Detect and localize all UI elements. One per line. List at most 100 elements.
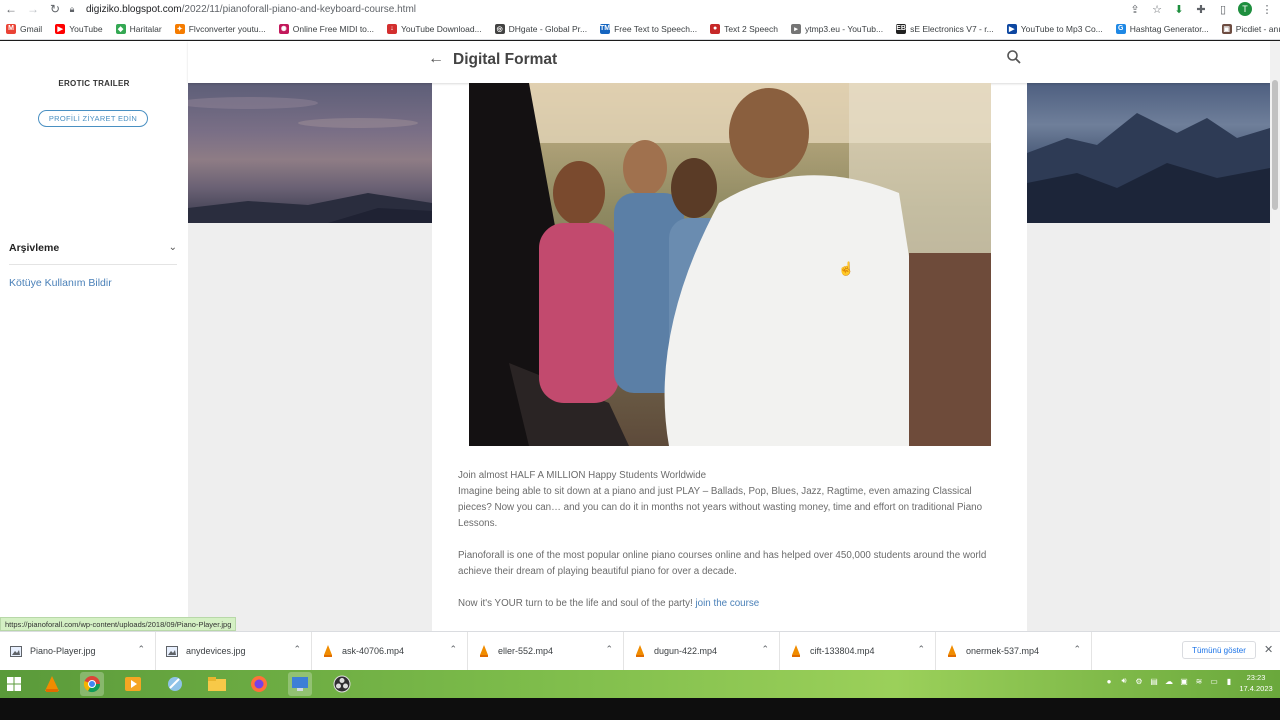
wifi-icon[interactable]: ≋ [1194,676,1204,686]
network-icon[interactable]: ▤ [1149,676,1159,686]
clock-time: 23:23 [1246,673,1266,682]
download-item[interactable]: onermek-537.mp4 ⌃ [936,631,1092,671]
download-item[interactable]: ask-40706.mp4 ⌃ [312,631,468,671]
bookmark-item[interactable]: ▸ ytmp3.eu - YouTub... [790,23,883,34]
bookmark-label: Free Text to Speech... [614,23,698,34]
monitor-icon[interactable]: ▭ [1209,676,1219,686]
tts-icon: TM [600,23,611,34]
keyboard-icon[interactable]: ▣ [1179,676,1189,686]
show-all-downloads-button[interactable]: Tümünü göster [1182,641,1256,659]
media-player-taskbar-icon[interactable] [121,672,145,696]
visit-profile-button[interactable]: PROFİLİ ZİYARET EDİN [38,110,148,127]
back-icon[interactable]: ← [0,0,22,18]
download-filename: eller-552.mp4 [498,646,554,656]
chevron-up-icon[interactable]: ⌃ [761,644,769,655]
header-banner-left [178,83,432,223]
bookmark-label: YouTube Download... [401,23,482,34]
download-item[interactable]: cift-133804.mp4 ⌃ [780,631,936,671]
vlc-icon [322,645,334,657]
bookmark-item[interactable]: ▣Picdiet - anında resi... [1221,23,1280,34]
bookmark-label: Online Free MIDI to... [292,23,374,34]
menu-dots-icon[interactable]: ⋮ [1260,3,1274,16]
url-host: digiziko.blogspot.com [86,3,182,15]
vlc-taskbar-icon[interactable] [40,672,64,696]
file-explorer-taskbar-icon[interactable] [205,672,229,696]
paragraph-1: Imagine being able to sit down at a pian… [458,486,983,529]
sidepanel-icon[interactable]: ▯ [1216,3,1230,16]
settings-tray-icon[interactable]: ⚙ [1134,676,1144,686]
obs-taskbar-icon[interactable] [330,672,354,696]
se-electronics-icon: EB [896,23,907,34]
chevron-up-icon[interactable]: ⌃ [1073,644,1081,655]
flvconverter-icon: ✦ [174,23,185,34]
forward-icon[interactable]: → [22,0,44,18]
bookmark-item[interactable]: ◎ DHgate - Global Pr... [494,23,588,34]
firefox-taskbar-icon[interactable] [247,672,271,696]
chevron-up-icon[interactable]: ⌃ [605,644,613,655]
address-bar[interactable]: digiziko.blogspot.com/2022/11/pianoforal… [86,4,416,15]
bookmark-item[interactable]: ▶ YouTube [55,23,103,34]
taskbar-clock[interactable]: 23:23 17.4.2023 [1236,672,1276,694]
bookmark-label: Text 2 Speech [724,23,778,34]
bookmark-item[interactable]: ● Text 2 Speech [710,23,778,34]
report-abuse-link[interactable]: Kötüye Kullanım Bildir [9,277,112,289]
download-filename: onermek-537.mp4 [966,646,1040,656]
bookmark-item[interactable]: TM Free Text to Speech... [600,23,698,34]
download-item[interactable]: Piano-Player.jpg ⌃ [0,631,156,671]
bookmark-item[interactable]: ▶ YouTube to Mp3 Co... [1006,23,1103,34]
lock-icon[interactable]: 🔒︎ [66,0,78,18]
control-panel-taskbar-icon[interactable] [288,672,312,696]
chevron-down-icon[interactable]: ⌄ [169,242,177,253]
download-item[interactable]: dugun-422.mp4 ⌃ [624,631,780,671]
star-icon[interactable]: ☆ [1150,3,1164,16]
bookmark-item[interactable]: ↓ YouTube Download... [387,23,482,34]
search-icon[interactable] [1006,49,1022,65]
battery-icon[interactable]: ▮ [1224,676,1234,686]
back-arrow-icon[interactable]: ← [428,50,444,68]
scrollbar-thumb[interactable] [1272,80,1278,210]
browser-toolbar: ← → ↻ 🔒︎ digiziko.blogspot.com/2022/11/p… [0,0,1280,18]
profile-avatar[interactable]: T [1238,2,1252,16]
piano-party-photo [469,83,991,446]
volume-icon[interactable]: 🔊︎ [1119,676,1129,686]
status-url-tooltip: https://pianoforall.com/wp-content/uploa… [0,617,237,631]
youtube-icon: ▶ [55,23,66,34]
extensions-icon[interactable]: ✚ [1194,3,1208,16]
chrome-taskbar-icon[interactable] [80,672,104,696]
reload-icon[interactable]: ↻ [44,0,66,18]
chevron-up-icon[interactable]: ⌃ [917,644,925,655]
close-icon[interactable]: ✕ [1264,643,1273,656]
download-item[interactable]: anydevices.jpg ⌃ [156,631,312,671]
chevron-up-icon[interactable]: ⌃ [137,644,145,655]
downloads-bar: Piano-Player.jpg ⌃ anydevices.jpg ⌃ ask-4070… [0,631,1280,671]
chevron-up-icon[interactable]: ⌃ [449,644,457,655]
bookmark-item[interactable]: ◆ Haritalar [115,23,162,34]
bookmark-item[interactable]: G Hashtag Generator... [1115,23,1209,34]
join-course-link[interactable]: join the course [696,598,760,609]
download-arrow-icon[interactable]: ⬇ [1172,3,1186,16]
bookmark-item[interactable]: M Gmail [6,23,43,34]
download-filename: cift-133804.mp4 [810,646,875,656]
post-body: Join almost HALF A MILLION Happy Student… [458,468,1003,628]
bookmark-item[interactable]: EB sE Electronics V7 - r... [896,23,994,34]
bookmark-item[interactable]: ✺ Online Free MIDI to... [278,23,374,34]
bookmark-label: Gmail [20,23,43,34]
archive-section-header[interactable]: Arşivleme ⌄ [9,231,177,265]
download-item[interactable]: eller-552.mp4 ⌃ [468,631,624,671]
header-banner-right [1027,83,1270,223]
bookmark-item[interactable]: ✦ Flvconverter youtu... [174,23,266,34]
obs-tray-icon[interactable]: ● [1104,676,1114,686]
chevron-up-icon[interactable]: ⌃ [293,644,301,655]
sidebar: EROTIC TRAILER PROFİLİ ZİYARET EDİN Arşi… [0,41,188,631]
mountain-landscape-left [178,97,432,223]
tools-taskbar-icon[interactable] [163,672,187,696]
cloud-icon[interactable]: ☁ [1164,676,1174,686]
image-file-icon [10,645,22,657]
url-path: /2022/11/pianoforall-piano-and-keyboard-… [181,3,417,15]
post-hero-image[interactable] [469,83,991,446]
maps-icon: ◆ [115,23,126,34]
bookmark-label: DHgate - Global Pr... [508,23,588,34]
author-name: EROTIC TRAILER [58,79,130,88]
share-icon[interactable]: ⇪ [1128,3,1142,16]
start-menu-icon[interactable] [2,672,26,696]
